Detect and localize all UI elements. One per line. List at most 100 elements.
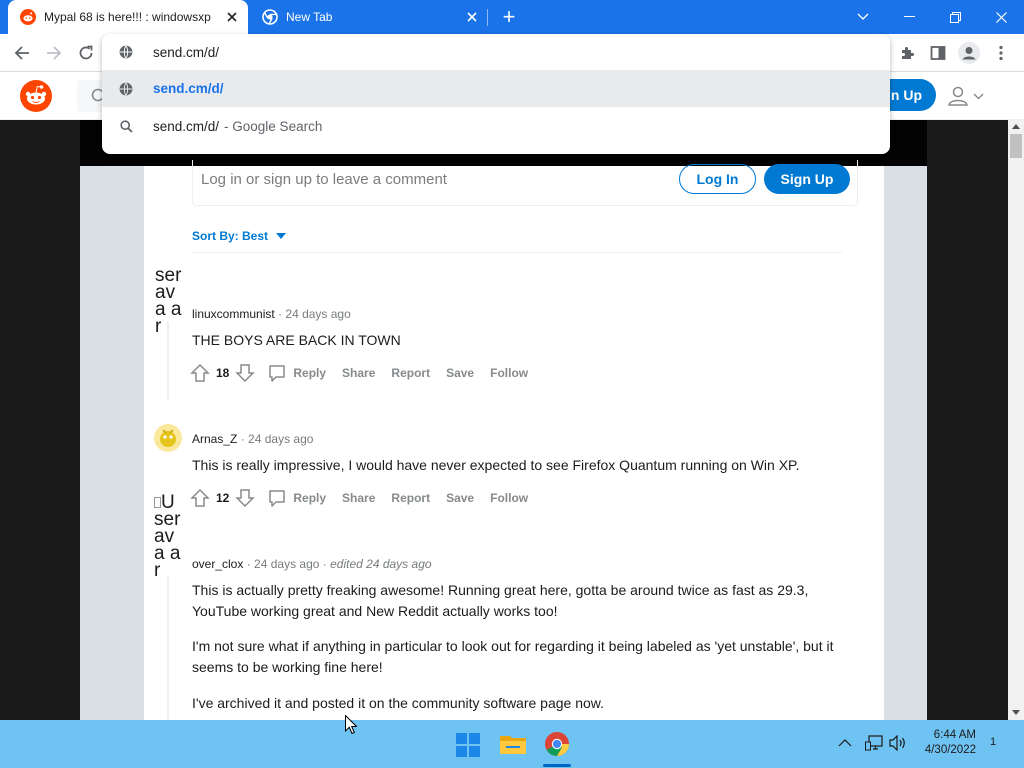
- notification-badge[interactable]: 1: [990, 736, 996, 748]
- reply-button[interactable]: Reply: [293, 491, 326, 505]
- comment-author[interactable]: linuxcommunist: [192, 307, 275, 321]
- reload-button[interactable]: [71, 38, 101, 68]
- forward-button[interactable]: [39, 38, 69, 68]
- suggestion-text: send.cm/d/: [153, 81, 224, 96]
- chrome-menu-button[interactable]: [986, 38, 1016, 68]
- avatar[interactable]: [154, 424, 182, 452]
- windows-start-icon[interactable]: [456, 733, 480, 757]
- close-icon: [995, 11, 1007, 23]
- minimize-button[interactable]: [886, 0, 932, 34]
- comment-bubble-icon[interactable]: [267, 488, 287, 508]
- report-button[interactable]: Report: [391, 366, 430, 380]
- close-tab-icon[interactable]: [222, 7, 242, 27]
- back-button[interactable]: [7, 38, 37, 68]
- clock-time: 6:44 AM: [933, 729, 976, 741]
- more-vertical-icon: [999, 45, 1003, 61]
- tab-new-tab[interactable]: New Tab: [250, 0, 488, 34]
- avatar: ser ava ar: [155, 267, 182, 335]
- reply-button[interactable]: Reply: [293, 366, 326, 380]
- overlay-right: [927, 120, 1008, 720]
- thread-line[interactable]: [167, 322, 169, 400]
- address-input[interactable]: send.cm/d/: [153, 45, 219, 60]
- vote-count: 12: [216, 491, 230, 505]
- follow-button[interactable]: Follow: [490, 366, 528, 380]
- comment-body: This is actually pretty freaking awesome…: [192, 582, 809, 619]
- tab-separator: [487, 9, 488, 26]
- sort-dropdown[interactable]: Sort By: Best: [192, 228, 287, 244]
- plus-icon: +: [502, 4, 516, 29]
- comment-time[interactable]: 24 days ago: [285, 307, 350, 321]
- downvote-icon[interactable]: [235, 363, 256, 383]
- upvote-icon[interactable]: [190, 488, 210, 508]
- network-icon[interactable]: [865, 735, 883, 751]
- profile-button[interactable]: [954, 38, 984, 68]
- comment-meta: Arnas_Z · 24 days ago: [192, 432, 313, 446]
- caret-down-icon: [276, 233, 287, 239]
- side-panel-button[interactable]: [923, 38, 953, 68]
- page-scrollbar[interactable]: [1008, 120, 1024, 720]
- scrollbar-thumb[interactable]: [1010, 134, 1022, 158]
- clock-date: 4/30/2022: [924, 744, 976, 756]
- address-bar[interactable]: send.cm/d/: [102, 34, 890, 70]
- restore-icon: [949, 11, 961, 23]
- omnibox-dropdown: send.cm/d/ send.cm/d/ send.cm/d/ - Googl…: [102, 34, 890, 154]
- side-panel-icon: [930, 46, 946, 60]
- scroll-down-icon[interactable]: [1012, 710, 1020, 715]
- windows-taskbar: 6:44 AM 4/30/2022 1: [0, 720, 1024, 768]
- chevron-down-icon: [973, 93, 984, 99]
- chevron-down-icon: [857, 13, 869, 20]
- new-tab-button[interactable]: +: [498, 6, 520, 28]
- signup-button[interactable]: Sign Up: [764, 164, 850, 194]
- comment-author[interactable]: Arnas_Z: [192, 432, 237, 446]
- puzzle-icon: [902, 47, 914, 59]
- volume-icon[interactable]: [889, 735, 907, 751]
- reddit-logo-icon[interactable]: [20, 80, 52, 112]
- scroll-up-icon[interactable]: [1012, 124, 1020, 129]
- share-button[interactable]: Share: [342, 491, 375, 505]
- share-button[interactable]: Share: [342, 366, 375, 380]
- save-button[interactable]: Save: [446, 366, 474, 380]
- meta-dot: ·: [240, 432, 249, 446]
- comment-body: THE BOYS ARE BACK IN TOWN: [192, 332, 401, 348]
- comment-placeholder: Log in or sign up to leave a comment: [201, 171, 447, 188]
- user-menu-button[interactable]: [947, 84, 989, 108]
- meta-dot: ·: [246, 557, 255, 571]
- comment-bubble-icon[interactable]: [267, 363, 287, 383]
- extensions-button[interactable]: [892, 38, 922, 68]
- overlay-left: [0, 120, 80, 720]
- suggestion-url[interactable]: send.cm/d/: [102, 70, 890, 107]
- close-window-button[interactable]: [978, 0, 1024, 34]
- tab-search-button[interactable]: [840, 0, 886, 34]
- restore-button[interactable]: [932, 0, 978, 34]
- upvote-icon[interactable]: [190, 363, 210, 383]
- report-button[interactable]: Report: [391, 491, 430, 505]
- tab-title: New Tab: [286, 10, 333, 24]
- close-tab-icon[interactable]: [462, 7, 482, 27]
- downvote-icon[interactable]: [235, 488, 256, 508]
- comment-time[interactable]: 24 days ago: [248, 432, 313, 446]
- comment-time[interactable]: 24 days ago: [254, 557, 319, 571]
- thread-line[interactable]: [167, 576, 169, 720]
- tab-mypal[interactable]: Mypal 68 is here!!! : windowsxp: [8, 0, 248, 34]
- suggestion-text: send.cm/d/: [153, 119, 220, 134]
- reload-icon: [79, 45, 93, 60]
- comments-panel: Log in or sign up to leave a comment Log…: [144, 160, 884, 720]
- suggestion-search[interactable]: send.cm/d/ - Google Search: [102, 108, 890, 145]
- chrome-icon[interactable]: [545, 732, 569, 756]
- file-explorer-icon[interactable]: [500, 733, 526, 755]
- comment-body: I'm not sure what if anything in particu…: [192, 638, 834, 675]
- broken-image-icon: [154, 497, 161, 509]
- login-button[interactable]: Log In: [679, 164, 756, 194]
- edited-time: edited 24 days ago: [330, 557, 432, 571]
- reddit-favicon-icon: [20, 9, 36, 25]
- running-app-indicator: [543, 764, 571, 767]
- chevron-up-icon[interactable]: [838, 738, 852, 747]
- signup-label: Sign Up: [780, 171, 834, 187]
- arrow-left-icon: [14, 46, 29, 60]
- profile-avatar-icon: [958, 42, 980, 64]
- system-clock[interactable]: 6:44 AM 4/30/2022: [925, 728, 976, 758]
- save-button[interactable]: Save: [446, 491, 474, 505]
- comment-author[interactable]: over_clox: [192, 557, 243, 571]
- follow-button[interactable]: Follow: [490, 491, 528, 505]
- comment-actions: 18 Reply Share Report Save Follow: [190, 361, 544, 385]
